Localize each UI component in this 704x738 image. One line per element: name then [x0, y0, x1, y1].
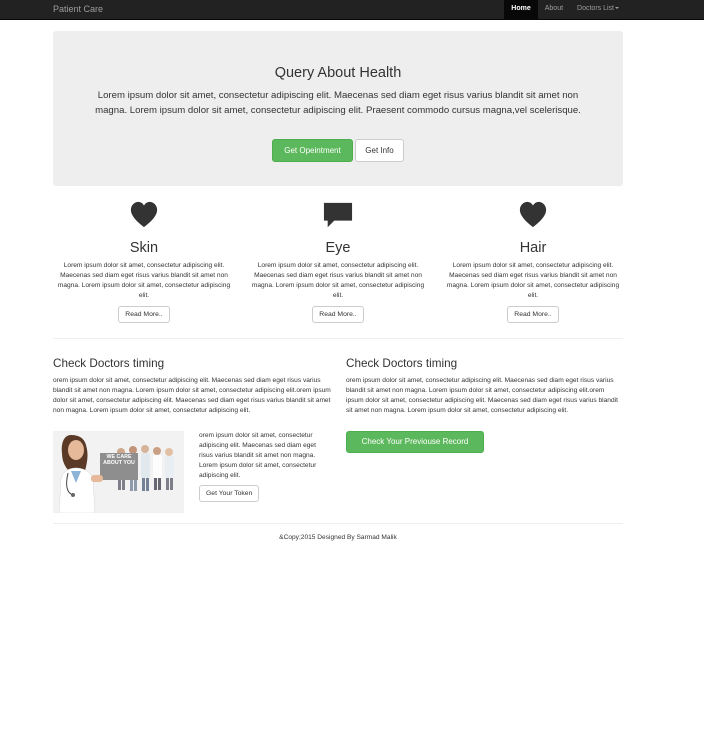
caret-down-icon: [615, 7, 619, 10]
check-record-button[interactable]: Check Your Previouse Record: [346, 431, 484, 453]
we-care-sign: WE CARE ABOUT YOU: [103, 454, 135, 466]
left-section-text: orem ipsum dolor sit amet, consectetur a…: [53, 377, 331, 414]
feature-eye: Eye Lorem ipsum dolor sit amet, consecte…: [248, 200, 428, 323]
feature-text: Lorem ipsum dolor sit amet, consectetur …: [251, 262, 425, 299]
left-section-side-text: orem ipsum dolor sit amet, consectetur a…: [199, 432, 317, 479]
nav-menu: Home About Doctors List: [504, 0, 626, 20]
divider: [53, 523, 623, 524]
hero-jumbotron: Query About Health Lorem ipsum dolor sit…: [53, 31, 623, 186]
nav-item-about[interactable]: About: [538, 0, 570, 20]
get-info-button[interactable]: Get Info: [355, 139, 404, 162]
doctors-photo-illustration: [53, 431, 184, 513]
footer-text: &Copy;2015 Designed By Sarmad Malik: [279, 534, 397, 541]
read-more-button[interactable]: Read More..: [312, 306, 364, 323]
left-section-title: Check Doctors timing: [53, 357, 165, 370]
feature-hair: Hair Lorem ipsum dolor sit amet, consect…: [443, 200, 623, 323]
nav-item-doctors-list-label: Doctors List: [577, 5, 614, 12]
brand-logo[interactable]: Patient Care: [53, 4, 103, 14]
right-section-text: orem ipsum dolor sit amet, consectetur a…: [346, 377, 618, 414]
nav-item-doctors-list[interactable]: Doctors List: [570, 0, 626, 20]
hero-text: Lorem ipsum dolor sit amet, consectetur …: [95, 90, 581, 116]
feature-title: Hair: [519, 240, 547, 256]
read-more-button[interactable]: Read More..: [118, 306, 170, 323]
feature-title: Skin: [129, 240, 159, 256]
feature-text: Lorem ipsum dolor sit amet, consectetur …: [446, 262, 620, 299]
feature-text: Lorem ipsum dolor sit amet, consectetur …: [57, 262, 231, 299]
get-token-button[interactable]: Get Your Token: [199, 485, 260, 502]
feature-skin: Skin Lorem ipsum dolor sit amet, consect…: [54, 200, 234, 323]
comment-icon: [323, 202, 353, 228]
doctors-photo: WE CARE ABOUT YOU: [53, 431, 184, 513]
divider: [53, 338, 623, 339]
right-section-title: Check Doctors timing: [346, 357, 458, 370]
heart-icon: [130, 201, 158, 228]
hero-title: Query About Health: [274, 65, 402, 81]
heart-icon: [519, 201, 547, 228]
nav-item-home[interactable]: Home: [504, 0, 538, 20]
get-appointment-button[interactable]: Get Opeintment: [272, 139, 353, 162]
navbar: Patient Care Home About Doctors List: [0, 0, 704, 20]
feature-title: Eye: [325, 240, 351, 256]
read-more-button[interactable]: Read More..: [507, 306, 559, 323]
